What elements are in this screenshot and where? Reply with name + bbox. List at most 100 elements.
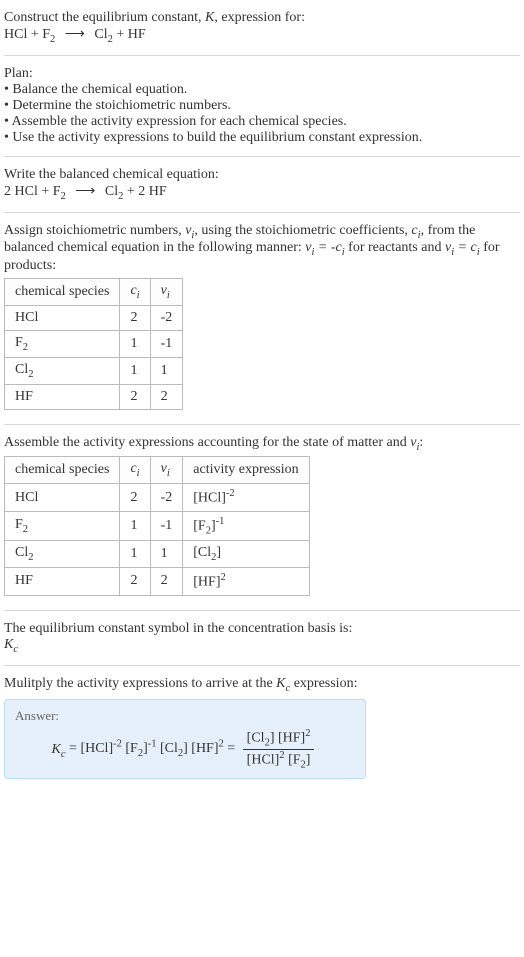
cell-v: -1	[150, 511, 183, 540]
cell-c: 1	[120, 541, 150, 568]
cell-species: HCl	[5, 484, 120, 512]
sub: 2	[211, 552, 216, 563]
table-row: HCl 2 -2	[5, 305, 183, 330]
rhs-b: + 2 HF	[123, 184, 166, 199]
cell-species: HF	[5, 384, 120, 409]
kc-symbol: Kc	[4, 637, 520, 655]
vi-symbol: νi	[185, 223, 194, 238]
divider	[4, 212, 520, 213]
text: [HCl]	[193, 491, 226, 506]
text: Assign stoichiometric numbers,	[4, 223, 185, 238]
table-header-row: chemical species ci νi activity expressi…	[5, 457, 310, 484]
numerator: [Cl2] [HF]2	[243, 728, 315, 749]
col-vi: νi	[150, 279, 183, 306]
cell-c: 1	[120, 511, 150, 540]
balanced-equation: 2 HCl + F2 ⟶ Cl2 + 2 HF	[4, 183, 520, 202]
text: , expression for:	[214, 10, 305, 25]
plan-bullet: • Balance the chemical equation.	[4, 82, 520, 98]
cell-c: 1	[120, 330, 150, 357]
cell-c: 2	[120, 484, 150, 512]
cell-activity: [HCl]-2	[183, 484, 309, 512]
prompt-section: Construct the equilibrium constant, K, e…	[4, 4, 520, 51]
formula: νi = ci	[445, 240, 480, 255]
text: , using the stoichiometric coefficients,	[194, 223, 411, 238]
table-row: F2 1 -1 [F2]-1	[5, 511, 310, 540]
table-row: HF 2 2	[5, 384, 183, 409]
sub: 2	[50, 34, 55, 45]
plan-section: Plan: • Balance the chemical equation. •…	[4, 60, 520, 152]
multiply-text: Mulitply the activity expressions to arr…	[4, 676, 520, 694]
formula: νi = -ci	[305, 240, 344, 255]
vi-symbol: νi	[410, 435, 419, 450]
sub: 2	[23, 524, 28, 535]
text: [F	[193, 518, 205, 533]
divider	[4, 55, 520, 56]
table-header-row: chemical species ci νi	[5, 279, 183, 306]
cell-species: Cl2	[5, 541, 120, 568]
cell-c: 2	[120, 384, 150, 409]
assign-section: Assign stoichiometric numbers, νi, using…	[4, 217, 520, 420]
lhs: HCl + F	[4, 27, 50, 42]
sub: 2	[206, 525, 211, 536]
text: Mulitply the activity expressions to arr…	[4, 676, 276, 691]
k-symbol: K	[205, 10, 214, 25]
rhs-b: + HF	[113, 27, 146, 42]
text: F	[15, 335, 23, 350]
cell-species: HCl	[5, 305, 120, 330]
ci-symbol: ci	[411, 223, 420, 238]
cell-v: 2	[150, 568, 183, 596]
symbol-text: The equilibrium constant symbol in the c…	[4, 621, 520, 637]
cell-c: 1	[120, 357, 150, 384]
col-ci: ci	[120, 279, 150, 306]
cell-v: -1	[150, 330, 183, 357]
sub: 2	[28, 369, 33, 380]
divider	[4, 424, 520, 425]
denominator: [HCl]2 [F2]	[243, 750, 315, 770]
plan-bullet: • Determine the stoichiometric numbers.	[4, 98, 520, 114]
col-species: chemical species	[5, 279, 120, 306]
divider	[4, 610, 520, 611]
rhs-a: Cl	[105, 184, 118, 199]
assemble-text: Assemble the activity expressions accoun…	[4, 435, 520, 453]
arrow-icon: ⟶	[65, 26, 85, 43]
text: [HF]	[193, 575, 220, 590]
cell-c: 2	[120, 568, 150, 596]
col-activity: activity expression	[183, 457, 309, 484]
cell-v: -2	[150, 305, 183, 330]
text: Assemble the activity expressions accoun…	[4, 435, 410, 450]
answer-box: Answer: Kc = [HCl]-2 [F2]-1 [Cl2] [HF]2 …	[4, 699, 366, 779]
cell-v: 1	[150, 541, 183, 568]
divider	[4, 665, 520, 666]
prompt-line1: Construct the equilibrium constant, K, e…	[4, 10, 520, 26]
answer-label: Answer:	[15, 708, 355, 724]
sub: 2	[61, 191, 66, 202]
lhs: 2 HCl + F	[4, 184, 61, 199]
text: expression:	[290, 676, 357, 691]
cell-species: F2	[5, 330, 120, 357]
cell-species: Cl2	[5, 357, 120, 384]
sub: 2	[28, 552, 33, 563]
table-row: HCl 2 -2 [HCl]-2	[5, 484, 310, 512]
table-row: Cl2 1 1 [Cl2]	[5, 541, 310, 568]
kc-symbol: Kc	[52, 742, 66, 757]
text: Construct the equilibrium constant,	[4, 10, 205, 25]
text: Cl	[15, 545, 28, 560]
text: Cl	[15, 362, 28, 377]
sub: 2	[23, 342, 28, 353]
sup: -1	[216, 516, 225, 527]
cell-activity: [HF]2	[183, 568, 309, 596]
text: for reactants and	[345, 240, 445, 255]
col-species: chemical species	[5, 457, 120, 484]
table-row: Cl2 1 1	[5, 357, 183, 384]
fraction: [Cl2] [HF]2 [HCl]2 [F2]	[243, 728, 315, 770]
cell-species: F2	[5, 511, 120, 540]
rhs-a: Cl	[94, 27, 107, 42]
col-ci: ci	[120, 457, 150, 484]
sup: 2	[221, 572, 226, 583]
stoich-table: chemical species ci νi HCl 2 -2 F2 1 -1 …	[4, 278, 183, 409]
kc-symbol: Kc	[276, 676, 290, 691]
plan-bullet: • Assemble the activity expression for e…	[4, 114, 520, 130]
assign-text: Assign stoichiometric numbers, νi, using…	[4, 223, 520, 275]
balanced-section: Write the balanced chemical equation: 2 …	[4, 161, 520, 208]
cell-v: 1	[150, 357, 183, 384]
